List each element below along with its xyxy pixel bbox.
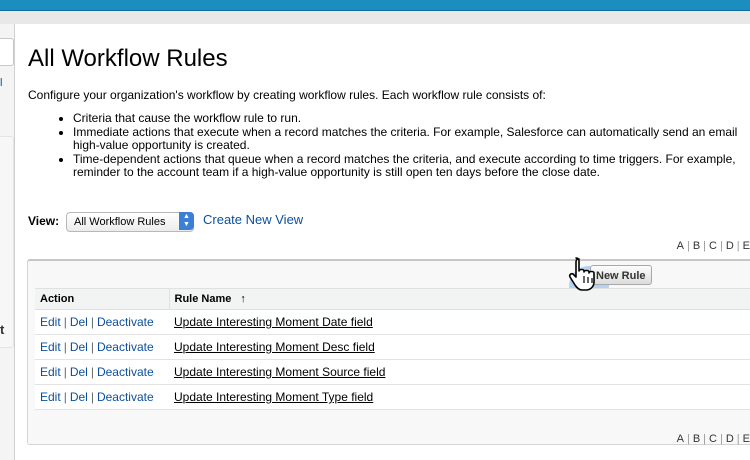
main-content: All Workflow Rules Configure your organi… <box>15 24 750 460</box>
deactivate-link[interactable]: Deactivate <box>97 315 154 329</box>
criteria-list-item: Criteria that cause the workflow rule to… <box>73 111 750 126</box>
edit-link[interactable]: Edit <box>40 340 61 354</box>
button-row: New Rule <box>28 261 750 306</box>
action-cell: Edit | Del | Deactivate <box>35 384 169 410</box>
rule-name-cell: Update Interesting Moment Type field <box>169 384 750 410</box>
alpha-separator: | <box>736 240 740 252</box>
view-select[interactable]: All Workflow Rules ▲ ▼ <box>66 212 194 232</box>
sidebar-link-fragment[interactable]: l <box>0 77 2 89</box>
criteria-list-item: Time-dependent actions that queue when a… <box>73 151 750 180</box>
sidebar-label-fragment: t <box>0 322 5 337</box>
action-separator: | <box>90 390 94 404</box>
rule-name-cell: Update Interesting Moment Date field <box>169 309 750 335</box>
alpha-index-letter[interactable]: C <box>709 433 717 445</box>
view-label: View: <box>28 214 60 228</box>
action-separator: | <box>63 315 67 329</box>
column-header-action[interactable]: Action <box>35 288 170 310</box>
edit-link[interactable]: Edit <box>40 390 61 404</box>
hand-pointer-icon <box>568 257 595 291</box>
alpha-index-top: A | B | C | D | E <box>677 240 750 252</box>
action-separator: | <box>63 390 67 404</box>
action-separator: | <box>90 365 94 379</box>
criteria-text-line: Immediate actions that execute when a re… <box>73 124 738 139</box>
alpha-separator: | <box>686 433 690 445</box>
sidebar-search-box[interactable] <box>0 38 14 66</box>
alpha-index-letter[interactable]: A <box>677 240 684 252</box>
deactivate-link[interactable]: Deactivate <box>97 365 154 379</box>
top-header-bar <box>0 0 750 24</box>
rules-table-body: Edit | Del | Deactivate Update Interesting Mo… <box>35 309 750 410</box>
page-title: All Workflow Rules <box>28 45 228 72</box>
criteria-list-item: Immediate actions that execute when a re… <box>73 124 750 153</box>
table-row: Edit | Del | Deactivate Update Interesting Mo… <box>35 334 750 360</box>
rule-name-link[interactable]: Update Interesting Moment Date field <box>174 315 373 329</box>
action-cell: Edit | Del | Deactivate <box>35 359 169 385</box>
criteria-text-line: Criteria that cause the workflow rule to… <box>73 111 302 125</box>
alpha-separator: | <box>719 433 723 445</box>
sort-ascending-icon: ↑ <box>240 293 246 305</box>
alpha-index-letter[interactable]: D <box>726 240 734 252</box>
alpha-index-bottom: A | B | C | D | E <box>677 433 750 445</box>
edit-link[interactable]: Edit <box>40 315 61 329</box>
column-header-rule-name-label: Rule Name <box>174 293 232 305</box>
deactivate-link[interactable]: Deactivate <box>97 390 154 404</box>
alpha-index-letter[interactable]: C <box>709 240 717 252</box>
rule-name-link[interactable]: Update Interesting Moment Source field <box>174 365 385 379</box>
alpha-index-letter[interactable]: D <box>726 433 734 445</box>
delete-link[interactable]: Del <box>70 340 88 354</box>
alpha-separator: | <box>686 240 690 252</box>
action-separator: | <box>90 340 94 354</box>
header-accent-stripe <box>0 0 750 10</box>
action-separator: | <box>63 365 67 379</box>
column-header-rule-name[interactable]: Rule Name ↑ <box>169 288 750 310</box>
rule-name-link[interactable]: Update Interesting Moment Desc field <box>174 340 375 354</box>
workflow-rules-panel: New Rule Action Rule Name ↑ Edit | Del | Dea… <box>27 259 750 445</box>
alpha-index-letter[interactable]: A <box>677 433 684 445</box>
header-divider <box>0 10 750 11</box>
action-cell: Edit | Del | Deactivate <box>35 309 169 335</box>
alpha-separator: | <box>719 240 723 252</box>
alpha-separator: | <box>703 240 707 252</box>
create-new-view-link[interactable]: Create New View <box>203 212 303 227</box>
alpha-separator: | <box>736 433 740 445</box>
criteria-text-line: Time-dependent actions that queue when a… <box>73 151 736 166</box>
delete-link[interactable]: Del <box>70 365 88 379</box>
view-select-value: All Workflow Rules <box>74 216 166 228</box>
new-rule-button[interactable]: New Rule <box>590 265 652 285</box>
criteria-text-line: reminder to the account team if a high-v… <box>73 165 600 179</box>
action-cell: Edit | Del | Deactivate <box>35 334 169 360</box>
action-separator: | <box>63 340 67 354</box>
sidebar-panel <box>0 136 14 348</box>
action-separator: | <box>90 315 94 329</box>
delete-link[interactable]: Del <box>70 315 88 329</box>
left-sidebar: l t <box>0 24 15 460</box>
intro-text: Configure your organization's workflow b… <box>28 88 546 102</box>
criteria-list: Criteria that cause the workflow rule to… <box>59 111 750 180</box>
table-row: Edit | Del | Deactivate Update Interesting Mo… <box>35 384 750 410</box>
rule-name-cell: Update Interesting Moment Source field <box>169 359 750 385</box>
alpha-separator: | <box>703 433 707 445</box>
rule-name-cell: Update Interesting Moment Desc field <box>169 334 750 360</box>
deactivate-link[interactable]: Deactivate <box>97 340 154 354</box>
alpha-index-letter[interactable]: E <box>743 240 750 252</box>
table-row: Edit | Del | Deactivate Update Interesting Mo… <box>35 359 750 385</box>
edit-link[interactable]: Edit <box>40 365 61 379</box>
delete-link[interactable]: Del <box>70 390 88 404</box>
table-row: Edit | Del | Deactivate Update Interesting Mo… <box>35 309 750 335</box>
rule-name-link[interactable]: Update Interesting Moment Type field <box>174 390 373 404</box>
criteria-text-line: high-value opportunity is created. <box>73 138 250 152</box>
rules-table: Action Rule Name ↑ Edit | Del | Deactivate Up… <box>35 288 750 410</box>
table-header-row: Action Rule Name ↑ <box>35 288 750 310</box>
select-arrows-icon: ▲ ▼ <box>179 212 194 230</box>
alpha-index-letter[interactable]: E <box>743 433 750 445</box>
